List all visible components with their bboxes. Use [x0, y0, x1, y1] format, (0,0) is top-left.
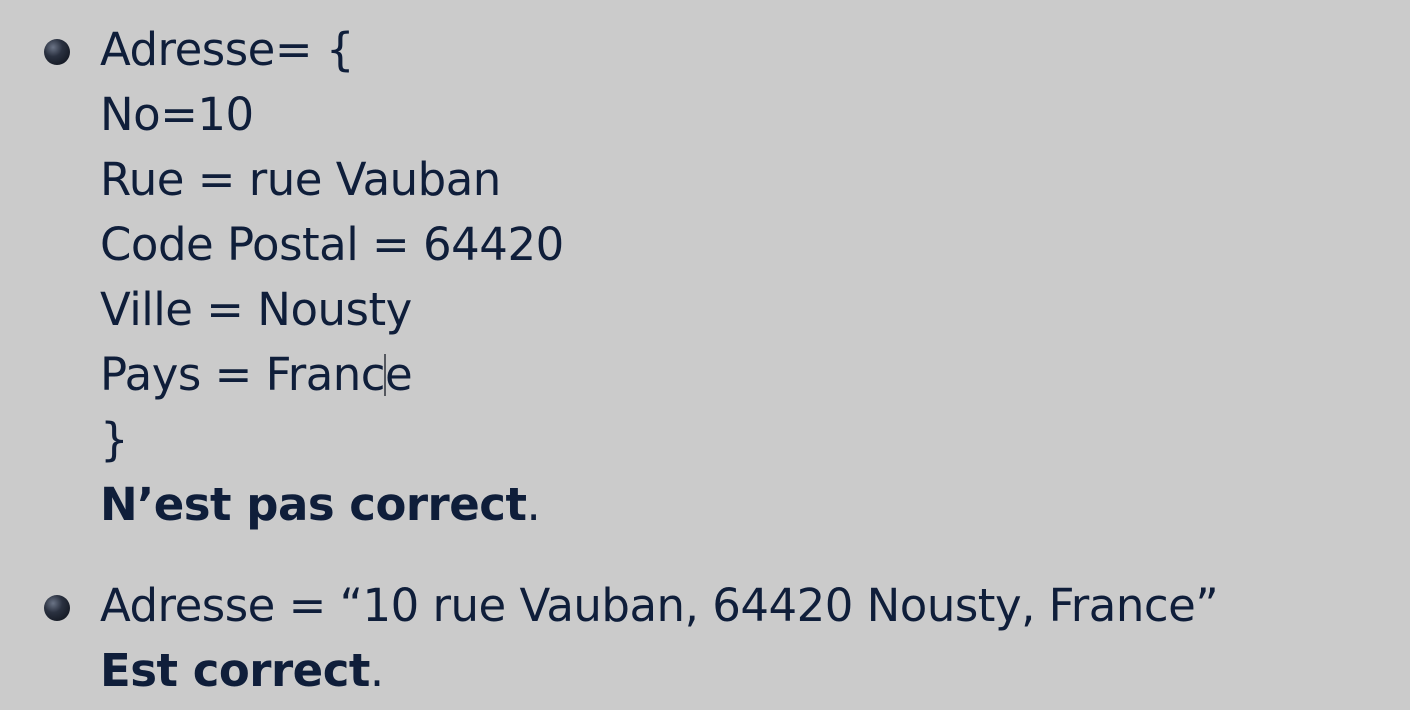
- bullet-icon: [44, 595, 70, 621]
- code-line-text-tail: e: [385, 348, 413, 401]
- code-line-text: Pays = Franc: [100, 348, 386, 401]
- verdict-correct: Est correct: [100, 644, 370, 697]
- verdict-punct: .: [526, 478, 541, 531]
- code-line: Ville = Nousty: [100, 283, 412, 336]
- code-line: }: [100, 413, 129, 466]
- slide: Adresse= { No=10 Rue = rue Vauban Code P…: [0, 0, 1410, 710]
- verdict-line: N’est pas correct.: [100, 472, 1350, 537]
- verdict-line: Est correct.: [100, 638, 1350, 703]
- bullet-body: Adresse = “10 rue Vauban, 64420 Nousty, …: [100, 573, 1350, 703]
- verdict-incorrect: N’est pas correct: [100, 478, 527, 531]
- code-line: No=10: [100, 88, 254, 141]
- code-line: Adresse= {: [100, 23, 354, 76]
- bullet-body: Adresse= { No=10 Rue = rue Vauban Code P…: [100, 17, 1350, 537]
- verdict-punct: .: [369, 644, 384, 697]
- bullet-icon: [44, 39, 70, 65]
- code-line: Adresse = “10 rue Vauban, 64420 Nousty, …: [100, 579, 1219, 632]
- code-line: Rue = rue Vauban: [100, 153, 501, 206]
- code-line-with-caret[interactable]: Pays = France: [100, 342, 1350, 407]
- code-line: Code Postal = 64420: [100, 218, 564, 271]
